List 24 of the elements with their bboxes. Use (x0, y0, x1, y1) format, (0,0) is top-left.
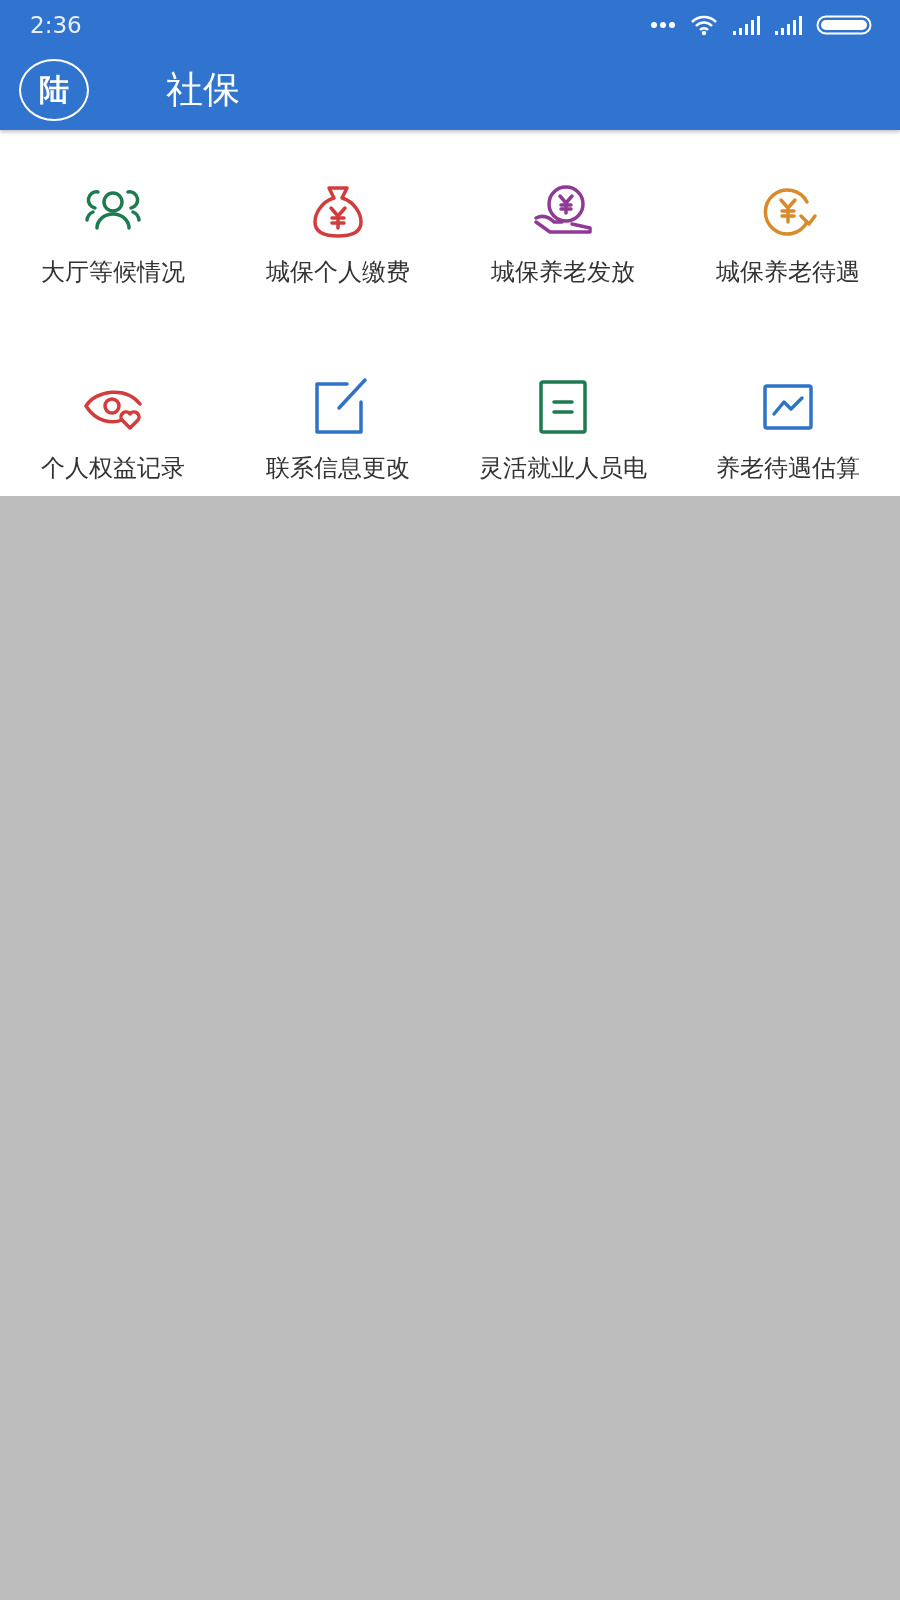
menu-tile[interactable]: 城保养老发放 (450, 180, 675, 376)
menu-label: 城保个人缴费 (265, 258, 410, 286)
menu-label: 联系信息更改 (265, 454, 410, 482)
menu-tile[interactable]: 大厅等候情况 (0, 180, 225, 376)
menu-label: 灵活就业人员电 (478, 454, 647, 482)
menu-tile[interactable]: 联系信息更改 (225, 376, 450, 496)
more-icon (650, 21, 676, 29)
signal-icon (732, 15, 760, 35)
menu-tile[interactable]: 个人权益记录 (0, 376, 225, 496)
status-time: 2:36 (30, 12, 82, 38)
menu-label: 个人权益记录 (40, 454, 185, 482)
signal-icon (774, 15, 802, 35)
battery-icon (816, 15, 872, 35)
avatar[interactable]: 陆 (19, 59, 89, 121)
menu-tile[interactable]: 养老待遇估算 (675, 376, 900, 496)
menu-label: 城保养老发放 (490, 258, 635, 286)
menu-label: 大厅等候情况 (40, 258, 185, 286)
wifi-icon (690, 14, 718, 36)
menu-label: 城保养老待遇 (715, 258, 860, 286)
menu-tile[interactable]: 城保养老待遇 (675, 180, 900, 376)
menu-tile[interactable]: 城保个人缴费 (225, 180, 450, 376)
page-title: 社保 (166, 67, 240, 113)
menu-tile[interactable]: 灵活就业人员电 (450, 376, 675, 496)
menu-label: 养老待遇估算 (715, 454, 860, 482)
